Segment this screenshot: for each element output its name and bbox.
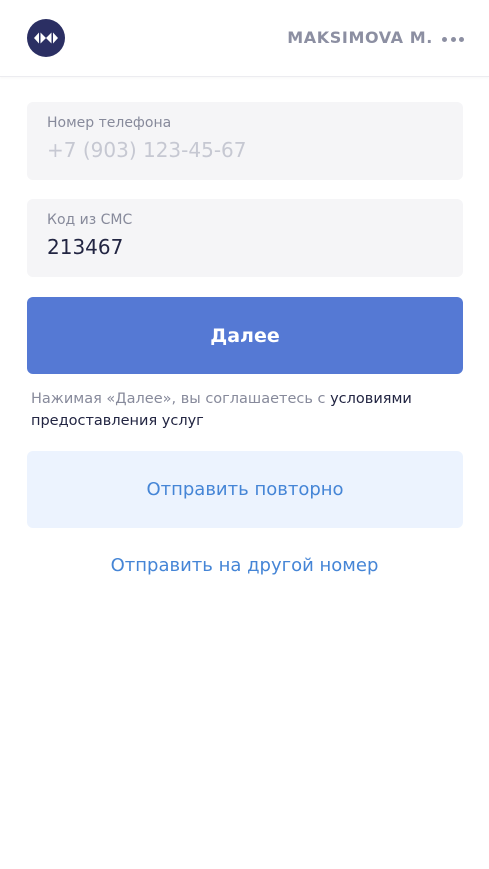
phone-field-placeholder[interactable]: +7 (903) 123-45-67 [47,138,246,162]
sms-code-field[interactable]: Код из СМС 213467 [27,199,463,277]
terms-notice: Нажимая «Далее», вы соглашаетесь с услов… [31,388,471,432]
more-dots-icon[interactable] [442,30,464,48]
brand-logo-icon[interactable] [27,19,65,57]
sms-code-value[interactable]: 213467 [47,235,123,259]
terms-text: Нажимая «Далее», вы соглашаетесь с [31,391,331,407]
dot [442,36,447,42]
phone-field-label: Номер телефона [47,115,172,131]
dot [450,36,456,42]
next-button[interactable]: Далее [27,297,463,374]
dot [459,36,464,42]
resend-button[interactable]: Отправить повторно [27,451,463,528]
logo-mark [34,32,58,44]
phone-field[interactable]: Номер телефона +7 (903) 123-45-67 [27,102,463,180]
top-bar: MAKSIMOVA M. [0,0,489,77]
other-number-link[interactable]: Отправить на другой номер [0,548,489,582]
sms-code-label: Код из СМС [47,212,133,228]
user-name[interactable]: MAKSIMOVA M. [287,28,433,47]
